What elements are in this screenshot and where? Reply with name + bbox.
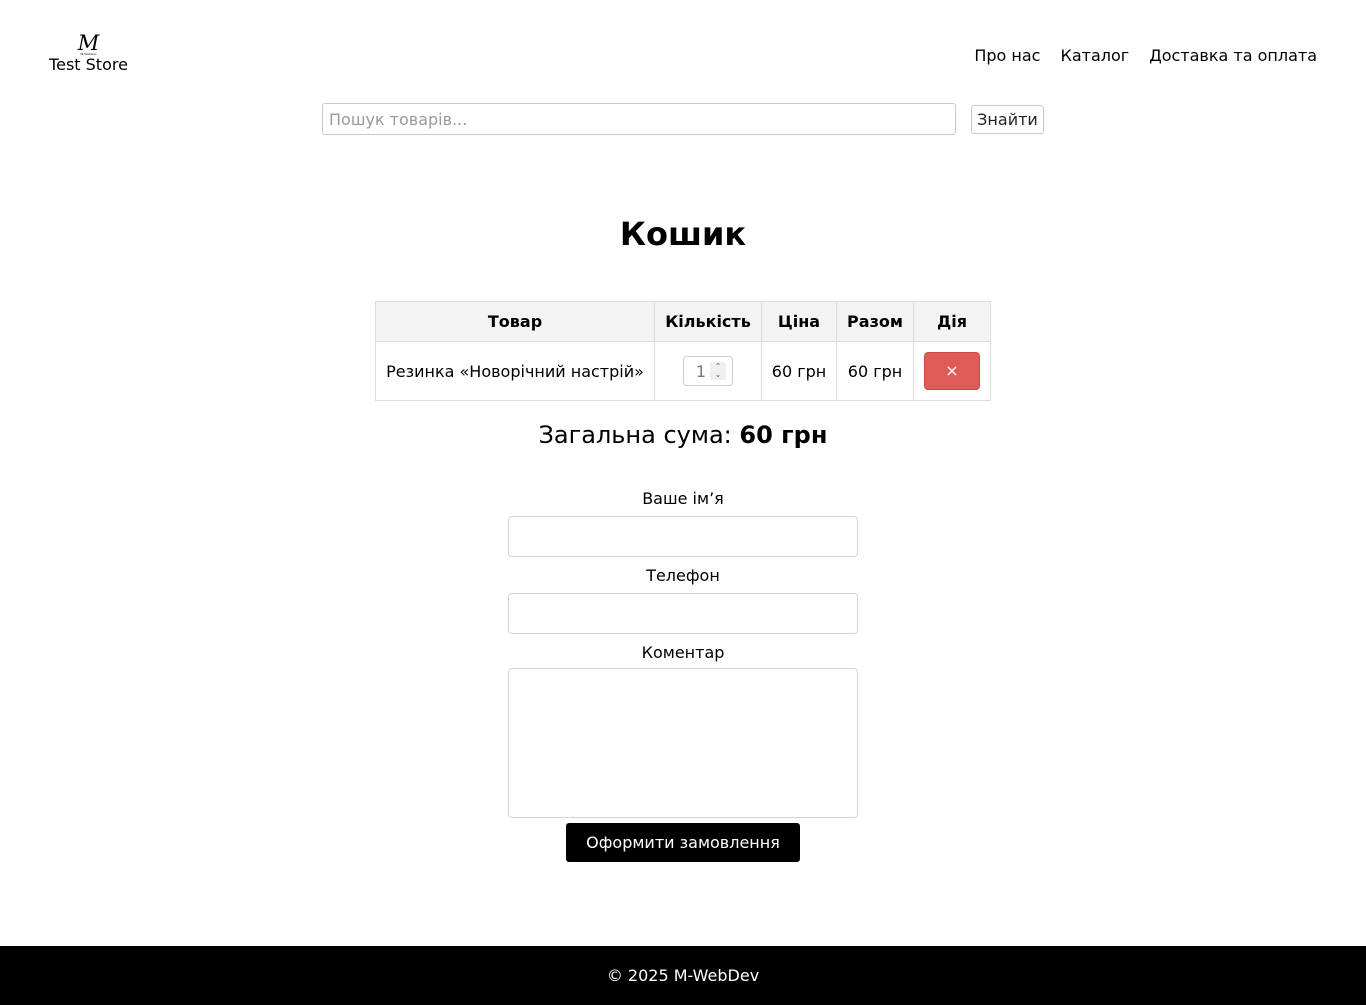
- site-header: M M-WebDev Test Store Про нас Каталог До…: [0, 0, 1366, 100]
- search-button[interactable]: Знайти: [971, 105, 1044, 134]
- phone-label: Телефон: [646, 566, 720, 585]
- name-field[interactable]: [508, 516, 858, 557]
- chevron-down-icon[interactable]: ⌄: [715, 371, 722, 379]
- site-footer: © 2025 M-WebDev: [0, 946, 1366, 1005]
- product-name: Резинка «Новорічний настрій»: [375, 341, 655, 401]
- search-bar: Знайти: [322, 103, 1044, 135]
- spin-arrows-icon[interactable]: ⌃ ⌄: [710, 362, 726, 380]
- column-header-product: Товар: [375, 301, 655, 342]
- name-label: Ваше ім’я: [642, 489, 724, 508]
- close-icon: ×: [945, 361, 959, 380]
- page-title: Кошик: [619, 215, 747, 253]
- quantity-stepper[interactable]: 1 ⌃ ⌄: [683, 356, 733, 386]
- remove-item-button[interactable]: ×: [924, 352, 980, 390]
- submit-order-button[interactable]: Оформити замовлення: [566, 823, 800, 862]
- column-header-price: Ціна: [761, 301, 837, 342]
- brand[interactable]: M M-WebDev Test Store: [49, 33, 128, 75]
- total-value: 60 грн: [739, 421, 828, 449]
- order-form: Ваше ім’я Телефон Коментар Оформити замо…: [508, 487, 858, 862]
- comment-field[interactable]: [508, 668, 858, 818]
- action-cell: ×: [913, 341, 991, 401]
- quantity-cell: 1 ⌃ ⌄: [654, 341, 762, 401]
- brand-name[interactable]: Test Store: [49, 55, 128, 75]
- column-header-action: Дія: [913, 301, 991, 342]
- nav-link-catalog[interactable]: Каталог: [1060, 46, 1129, 66]
- column-header-quantity: Кількість: [654, 301, 762, 342]
- comment-label: Коментар: [641, 643, 725, 662]
- nav-link-about[interactable]: Про нас: [974, 46, 1040, 66]
- phone-field[interactable]: [508, 593, 858, 634]
- quantity-value[interactable]: 1: [696, 362, 706, 381]
- product-subtotal: 60 грн: [836, 341, 914, 401]
- cart-table: Товар Кількість Ціна Разом Дія Резинка «…: [375, 301, 991, 401]
- table-header-row: Товар Кількість Ціна Разом Дія: [375, 301, 991, 342]
- column-header-subtotal: Разом: [836, 301, 914, 342]
- main-nav: Про нас Каталог Доставка та оплата: [974, 46, 1317, 66]
- total-label: Загальна сума:: [538, 421, 732, 449]
- search-input[interactable]: [322, 103, 956, 135]
- table-row: Резинка «Новорічний настрій» 1 ⌃ ⌄ 60 гр…: [375, 341, 991, 401]
- product-price: 60 грн: [761, 341, 837, 401]
- nav-link-delivery[interactable]: Доставка та оплата: [1149, 46, 1317, 66]
- cart-total: Загальна сума: 60 грн: [0, 419, 1366, 451]
- copyright-text: © 2025 M-WebDev: [606, 966, 760, 985]
- store-logo[interactable]: M M-WebDev: [49, 33, 128, 57]
